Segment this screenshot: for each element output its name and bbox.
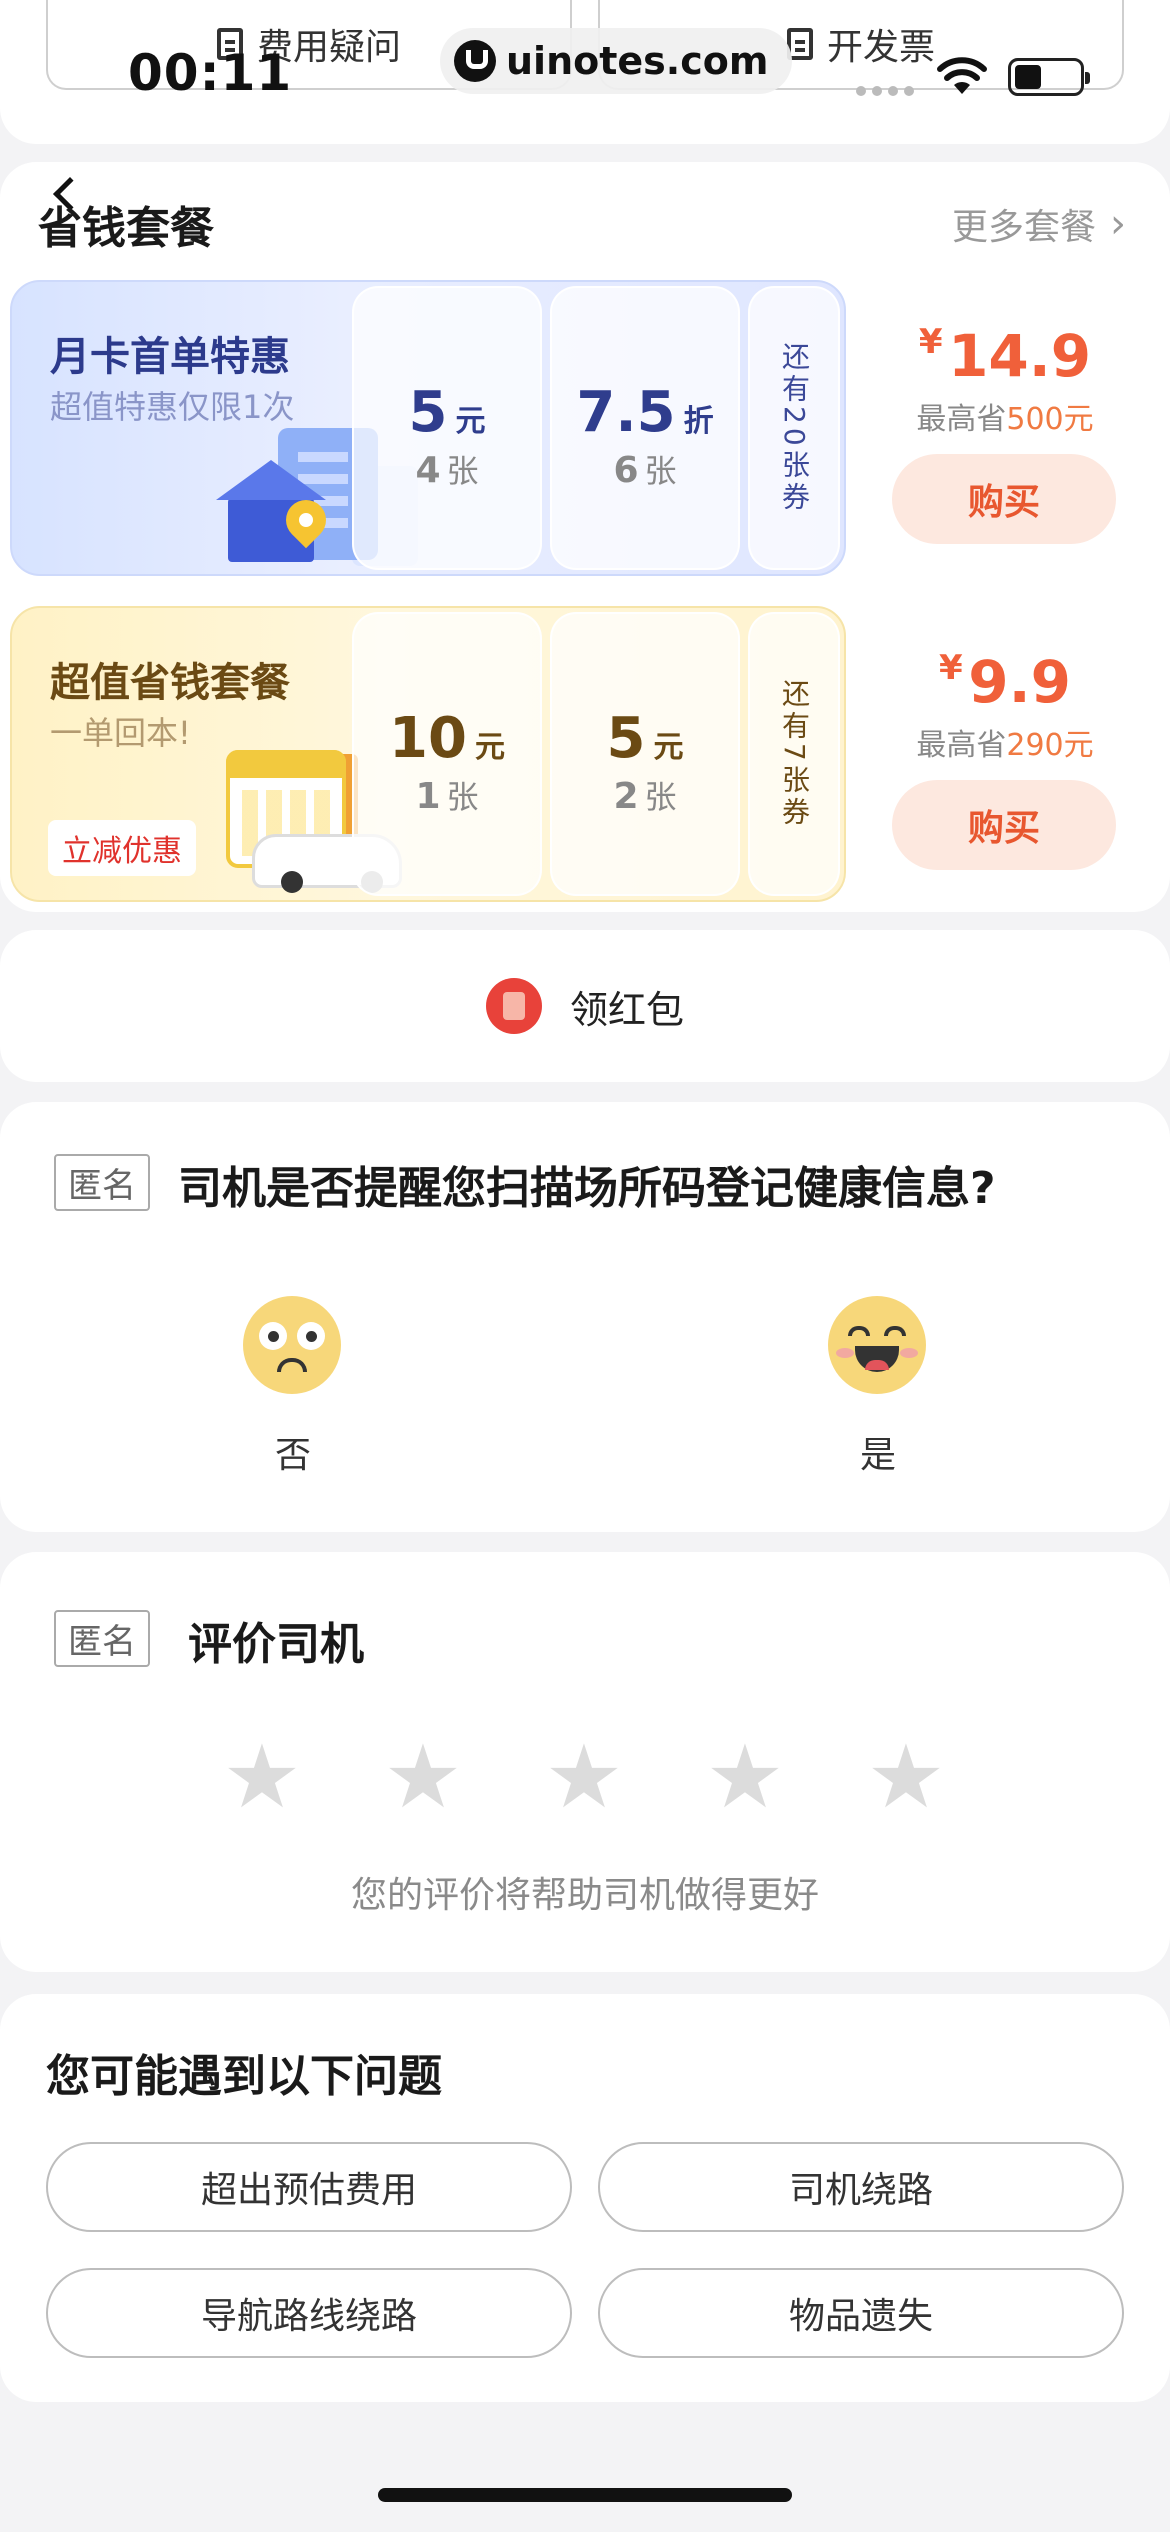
coupon-value: 7.5 xyxy=(576,380,676,445)
wifi-icon xyxy=(937,57,987,94)
happy-face-icon[interactable] xyxy=(828,1296,926,1394)
star-icon[interactable]: ★ xyxy=(866,1733,946,1821)
red-packet-icon xyxy=(485,978,542,1034)
coupon-value: 5 xyxy=(606,706,646,771)
deal-subtitle: 一单回本! xyxy=(50,714,191,752)
buy-button[interactable]: 购买 xyxy=(892,780,1116,870)
issue-navigation-detour-button[interactable]: 导航路线绕路 xyxy=(46,2268,572,2358)
currency-symbol: ¥ xyxy=(918,322,943,362)
coupon-tile: 5元 4张 xyxy=(352,286,542,570)
cellular-signal-icon xyxy=(856,86,914,96)
rating-title: 评价司机 xyxy=(188,1619,364,1670)
star-icon[interactable]: ★ xyxy=(383,1733,463,1821)
option-yes-label[interactable]: 是 xyxy=(828,1426,928,1478)
red-packet-button[interactable]: 领红包 xyxy=(0,930,1170,1082)
deal-subtitle: 超值特惠仅限1次 xyxy=(50,388,295,426)
issue-detour-button[interactable]: 司机绕路 xyxy=(598,2142,1124,2232)
more-packages-link[interactable]: 更多套餐 › xyxy=(952,198,1126,250)
star-icon[interactable]: ★ xyxy=(222,1733,302,1821)
battery-icon xyxy=(1008,58,1090,96)
rating-hint: 您的评价将帮助司机做得更好 xyxy=(350,1875,819,1916)
deal-card-monthly[interactable]: 月卡首单特惠 超值特惠仅限1次 5元 4张 7.5 折 6张 还有20张券 xyxy=(10,280,846,576)
coupon-count-unit: 张 xyxy=(644,778,677,816)
anonymous-badge: 匿名 xyxy=(54,1610,150,1667)
coupon-tile: 7.5 折 6张 xyxy=(550,286,740,570)
chevron-right-icon: › xyxy=(1110,201,1126,247)
remaining-coupons: 还有7张券 xyxy=(748,612,840,896)
coupon-unit: 元 xyxy=(455,404,486,439)
uinotes-logo-icon xyxy=(454,40,496,82)
max-savings-prefix: 最高省 xyxy=(916,402,1007,437)
option-no-label[interactable]: 否 xyxy=(243,1426,343,1478)
max-savings-amount: 290元 xyxy=(1006,728,1094,763)
coupon-value: 10 xyxy=(389,706,467,771)
coupon-unit: 元 xyxy=(474,730,505,765)
price-amount: 9.9 xyxy=(968,648,1071,716)
price-amount: 14.9 xyxy=(948,322,1092,390)
max-savings: 最高省290元 xyxy=(890,720,1120,764)
coupon-count-unit: 张 xyxy=(446,778,479,816)
max-savings-amount: 500元 xyxy=(1006,402,1094,437)
coupon-count: 4 xyxy=(415,450,441,491)
issue-lost-item-button[interactable]: 物品遗失 xyxy=(598,2268,1124,2358)
issues-title: 您可能遇到以下问题 xyxy=(46,2051,442,2102)
coupon-count: 2 xyxy=(613,776,639,817)
buy-button[interactable]: 购买 xyxy=(892,454,1116,544)
watermark-text: uinotes.com xyxy=(506,39,769,83)
max-savings: 最高省500元 xyxy=(890,394,1120,438)
max-savings-prefix: 最高省 xyxy=(916,728,1007,763)
more-packages-label: 更多套餐 xyxy=(951,207,1096,248)
coupon-count-unit: 张 xyxy=(644,452,677,490)
sad-face-icon[interactable] xyxy=(243,1296,341,1394)
status-time: 00:11 xyxy=(128,44,293,102)
deal-title: 月卡首单特惠 xyxy=(50,334,290,380)
deal-title: 超值省钱套餐 xyxy=(50,660,290,706)
deal-card-savings[interactable]: 超值省钱套餐 一单回本! 立减优惠 10 元 1张 5元 2张 还有7张券 xyxy=(10,606,846,902)
deal-price: ¥ 14.9 xyxy=(890,322,1120,390)
survey-question: 司机是否提醒您扫描场所码登记健康信息? xyxy=(178,1163,996,1214)
coupon-count: 1 xyxy=(415,776,441,817)
remaining-coupons-label: 还有20张券 xyxy=(778,342,811,514)
anonymous-badge: 匿名 xyxy=(54,1154,150,1211)
invoice-label: 开发票 xyxy=(826,27,935,68)
coupon-count-unit: 张 xyxy=(446,452,479,490)
coupon-unit: 折 xyxy=(683,404,714,439)
star-icon[interactable]: ★ xyxy=(705,1733,785,1821)
coupon-value: 5 xyxy=(408,380,448,445)
packages-title: 省钱套餐 xyxy=(38,203,214,254)
promo-tag: 立减优惠 xyxy=(48,820,196,876)
coupon-unit: 元 xyxy=(653,730,684,765)
coupon-tile: 5元 2张 xyxy=(550,612,740,896)
issue-overcharge-button[interactable]: 超出预估费用 xyxy=(46,2142,572,2232)
currency-symbol: ¥ xyxy=(939,648,963,688)
coupon-tile: 10 元 1张 xyxy=(352,612,542,896)
remaining-coupons-label: 还有7张券 xyxy=(778,679,811,829)
watermark-badge: uinotes.com xyxy=(440,28,793,94)
star-icon[interactable]: ★ xyxy=(544,1733,624,1821)
remaining-coupons: 还有20张券 xyxy=(748,286,840,570)
red-packet-label: 领红包 xyxy=(569,987,684,1032)
home-indicator[interactable] xyxy=(378,2488,792,2502)
coupon-count: 6 xyxy=(613,450,639,491)
deal-price: ¥ 9.9 xyxy=(890,648,1120,716)
